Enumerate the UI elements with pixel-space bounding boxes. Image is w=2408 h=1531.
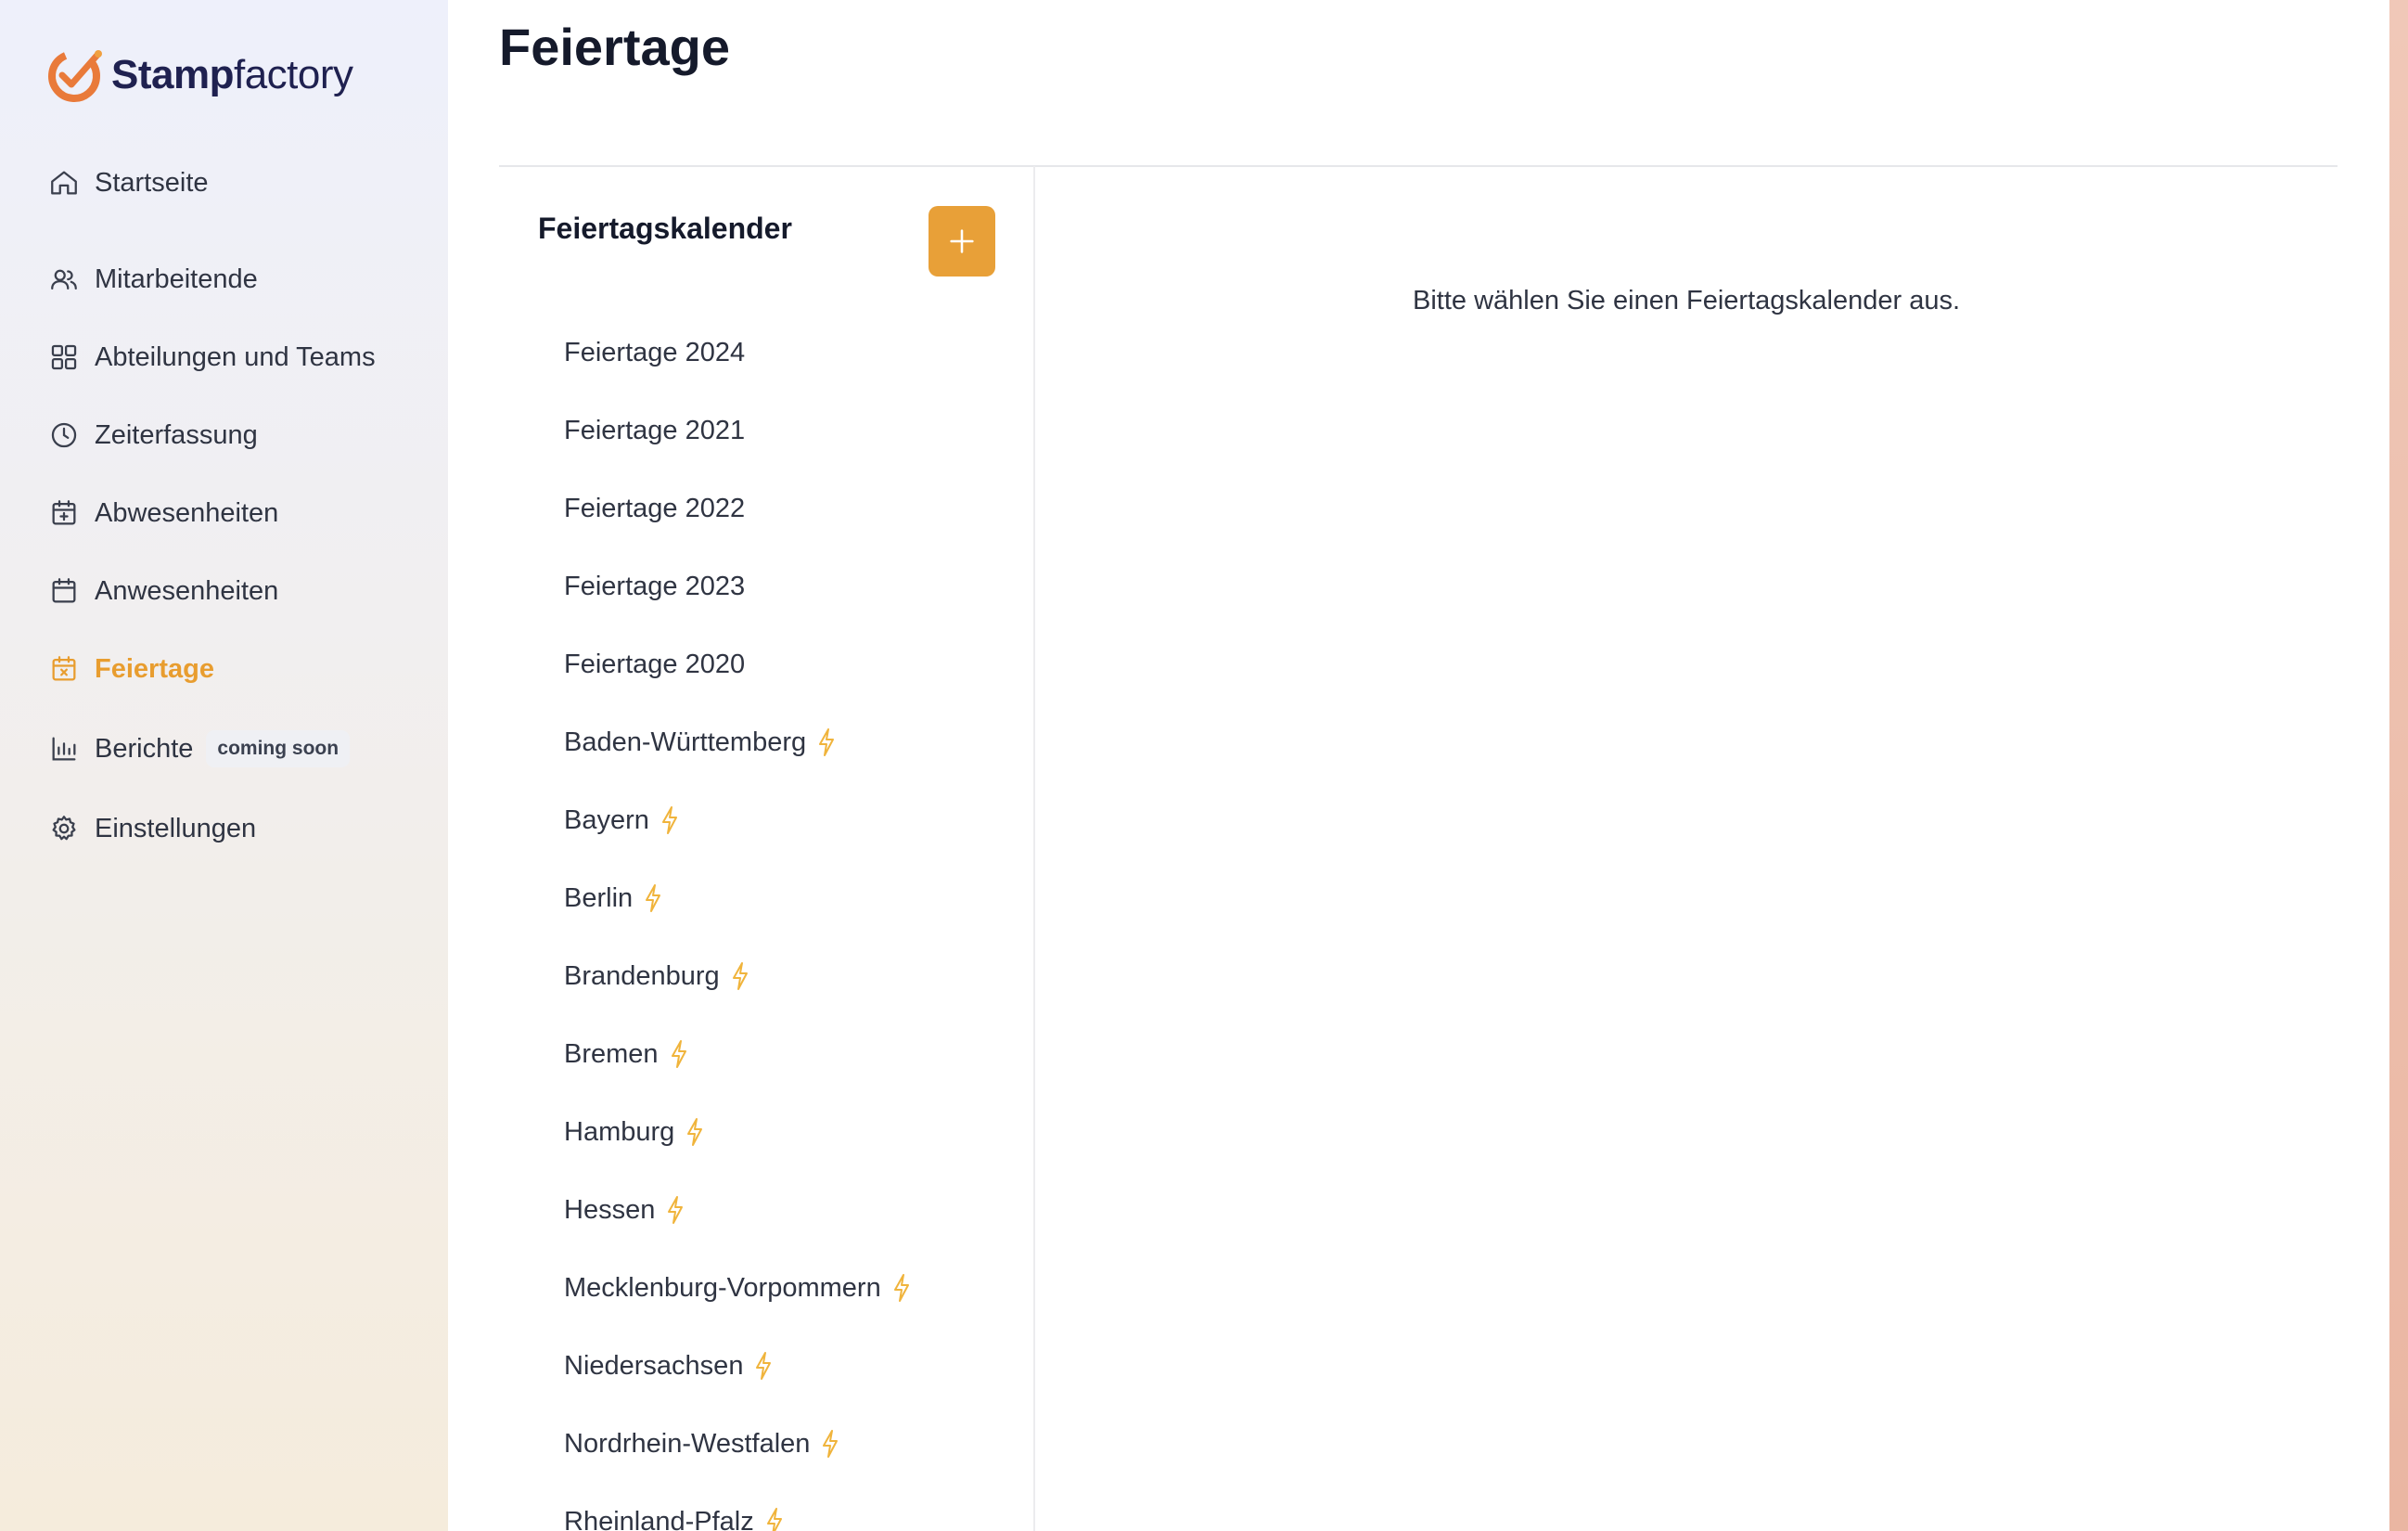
nav-label: Einstellungen: [95, 813, 257, 843]
calendar-item[interactable]: Feiertage 2022: [564, 470, 913, 547]
calendar-item-label: Bayern: [564, 804, 649, 835]
lightning-icon: [661, 806, 677, 834]
nav-label: Abwesenheiten: [95, 497, 279, 528]
coming-soon-badge: coming soon: [206, 730, 351, 767]
plus-icon: [950, 229, 974, 253]
header-divider: [499, 165, 2338, 167]
calendar-item-label: Feiertage 2022: [564, 493, 746, 523]
calendar-item-label: Rheinland-Pfalz: [564, 1506, 754, 1531]
gear-icon: [48, 813, 80, 844]
lightning-icon: [823, 1430, 839, 1458]
lightning-icon: [732, 962, 748, 990]
add-calendar-button[interactable]: [929, 206, 995, 277]
nav-item-startseite[interactable]: Startseite: [48, 160, 209, 206]
sidebar: Stampfactory Startseite Mitarbeitende Ab…: [0, 0, 448, 1531]
calendar-item[interactable]: Feiertage 2024: [564, 314, 913, 392]
calendar-item-label: Nordrhein-Westfalen: [564, 1428, 811, 1459]
calendar-item-label: Bremen: [564, 1038, 659, 1069]
calendar-item-label: Niedersachsen: [564, 1350, 744, 1381]
calendar-item[interactable]: Baden-Württemberg: [564, 703, 913, 781]
lightning-icon: [668, 1196, 684, 1224]
calendar-item[interactable]: Feiertage 2021: [564, 392, 913, 470]
lightning-icon: [687, 1118, 703, 1146]
nav-label: Feiertage: [95, 653, 214, 684]
nav-label: Anwesenheiten: [95, 575, 279, 606]
calendar-list-heading: Feiertagskalender: [538, 212, 792, 245]
nav-label: Zeiterfassung: [95, 419, 258, 450]
nav-label: Berichte: [95, 733, 194, 764]
calendar-item[interactable]: Brandenburg: [564, 937, 913, 1015]
calendar-item-label: Mecklenburg-Vorpommern: [564, 1272, 881, 1303]
lightning-icon: [819, 728, 835, 756]
nav-item-einstellungen[interactable]: Einstellungen: [48, 805, 256, 852]
calendar-item[interactable]: Bayern: [564, 781, 913, 859]
stampfactory-logo-icon: [48, 50, 102, 102]
nav-label: Abteilungen und Teams: [95, 341, 376, 372]
calendar-item[interactable]: Niedersachsen: [564, 1327, 913, 1405]
clock-icon: [48, 419, 80, 451]
calendar-item-label: Feiertage 2021: [564, 415, 746, 445]
calendar-item-label: Hamburg: [564, 1116, 675, 1147]
nav-item-abteilungen[interactable]: Abteilungen und Teams: [48, 334, 376, 380]
calendar-x-icon: [48, 653, 80, 685]
nav-item-anwesenheiten[interactable]: Anwesenheiten: [48, 568, 278, 614]
calendar-item[interactable]: Hamburg: [564, 1093, 913, 1171]
calendar-item[interactable]: Nordrhein-Westfalen: [564, 1405, 913, 1483]
page-title: Feiertage: [499, 18, 730, 76]
lightning-icon: [766, 1508, 782, 1531]
calendar-item-label: Feiertage 2023: [564, 571, 746, 601]
window-edge: [2389, 0, 2408, 1531]
calendar-icon: [48, 575, 80, 607]
lightning-icon: [893, 1274, 909, 1302]
calendar-item-label: Feiertage 2020: [564, 649, 746, 679]
nav-item-abwesenheiten[interactable]: Abwesenheiten: [48, 490, 278, 536]
calendar-item-label: Hessen: [564, 1194, 656, 1225]
logo[interactable]: Stampfactory: [46, 45, 353, 106]
calendar-item-label: Feiertage 2024: [564, 337, 746, 367]
calendar-plus-icon: [48, 497, 80, 529]
users-icon: [48, 264, 80, 295]
panel-divider: [1033, 166, 1035, 1531]
nav-item-zeiterfassung[interactable]: Zeiterfassung: [48, 412, 258, 458]
nav-item-berichte[interactable]: Berichte coming soon: [48, 726, 351, 772]
calendar-item[interactable]: Mecklenburg-Vorpommern: [564, 1249, 913, 1327]
nav-label: Mitarbeitende: [95, 264, 258, 294]
calendar-item-label: Brandenburg: [564, 960, 720, 991]
calendar-item-label: Berlin: [564, 882, 634, 913]
calendar-item[interactable]: Feiertage 2023: [564, 547, 913, 625]
nav-item-feiertage[interactable]: Feiertage: [48, 646, 214, 692]
bar-chart-icon: [48, 733, 80, 765]
nav-label: Startseite: [95, 167, 209, 198]
home-icon: [48, 167, 80, 199]
calendar-item[interactable]: Feiertage 2020: [564, 625, 913, 703]
lightning-icon: [671, 1040, 686, 1068]
calendar-item[interactable]: Rheinland-Pfalz: [564, 1483, 913, 1531]
lightning-icon: [646, 884, 661, 912]
empty-state-message: Bitte wählen Sie einen Feiertagskalender…: [1412, 286, 1961, 315]
calendar-item[interactable]: Hessen: [564, 1171, 913, 1249]
grid-icon: [48, 341, 80, 373]
calendar-item[interactable]: Berlin: [564, 859, 913, 937]
calendar-list: Feiertage 2024 Feiertage 2021 Feiertage …: [564, 314, 913, 1531]
lightning-icon: [756, 1352, 772, 1380]
calendar-item-label: Baden-Württemberg: [564, 727, 807, 757]
brand-name: Stampfactory: [111, 52, 353, 97]
nav-item-mitarbeitende[interactable]: Mitarbeitende: [48, 256, 258, 302]
calendar-item[interactable]: Bremen: [564, 1015, 913, 1093]
